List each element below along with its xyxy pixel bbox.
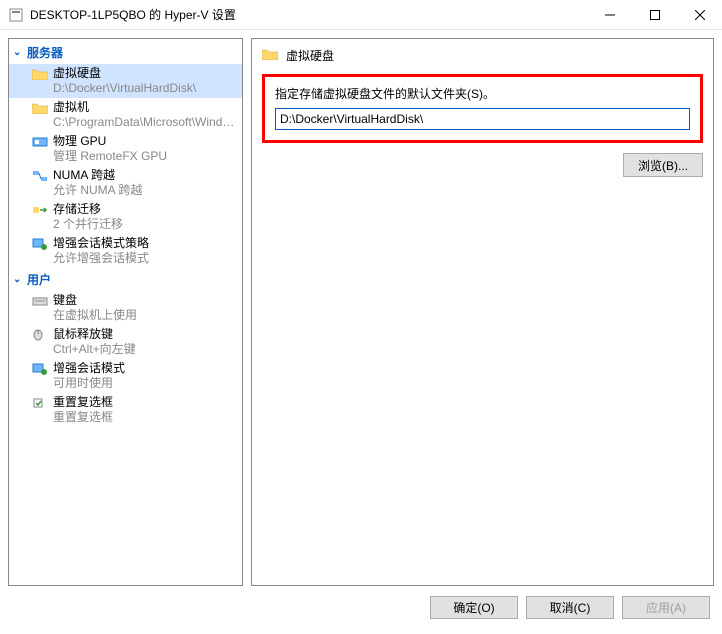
tree-item-sub: D:\Docker\VirtualHardDisk\: [53, 81, 196, 96]
tree-item-physical-gpu[interactable]: 物理 GPU 管理 RemoteFX GPU: [9, 132, 242, 166]
cancel-button[interactable]: 取消(C): [526, 596, 614, 619]
tree-item-sub: 管理 RemoteFX GPU: [53, 149, 167, 164]
session-policy-icon: [31, 236, 49, 252]
tree-item-sub: 允许增强会话模式: [53, 251, 149, 266]
tree-item-label: 键盘: [53, 293, 137, 308]
chevron-down-icon: ⌄: [13, 47, 25, 58]
reset-icon: [31, 395, 49, 411]
settings-tree-panel: ⌄ 服务器 虚拟硬盘 D:\Docker\VirtualHardDisk\ 虚拟…: [8, 38, 243, 586]
tree-header-server[interactable]: ⌄ 服务器: [9, 41, 242, 64]
session-mode-icon: [31, 361, 49, 377]
detail-body: 指定存储虚拟硬盘文件的默认文件夹(S)。 浏览(B)...: [252, 70, 713, 181]
tree-item-enhanced-session-mode[interactable]: 增强会话模式 可用时使用: [9, 359, 242, 393]
tree-item-virtual-machines[interactable]: 虚拟机 C:\ProgramData\Microsoft\Windo...: [9, 98, 242, 132]
tree-item-enhanced-session-policy[interactable]: 增强会话模式策略 允许增强会话模式: [9, 234, 242, 268]
detail-title: 虚拟硬盘: [286, 47, 334, 64]
keyboard-icon: [31, 293, 49, 309]
app-icon: [8, 7, 24, 23]
folder-icon: [31, 66, 49, 82]
tree-item-label: 鼠标释放键: [53, 327, 136, 342]
numa-icon: [31, 168, 49, 184]
tree-header-label: 服务器: [27, 44, 63, 61]
migration-icon: [31, 202, 49, 218]
tree-item-label: 虚拟机: [53, 100, 238, 115]
gpu-icon: [31, 134, 49, 150]
tree-item-numa-spanning[interactable]: NUMA 跨越 允许 NUMA 跨越: [9, 166, 242, 200]
close-button[interactable]: [677, 0, 722, 29]
tree-item-label: 增强会话模式: [53, 361, 125, 376]
maximize-button[interactable]: [632, 0, 677, 29]
tree-item-sub: 在虚拟机上使用: [53, 308, 137, 323]
browse-button[interactable]: 浏览(B)...: [623, 153, 703, 177]
tree-item-label: 物理 GPU: [53, 134, 167, 149]
folder-icon: [262, 48, 280, 64]
tree-item-reset-checkboxes[interactable]: 重置复选框 重置复选框: [9, 393, 242, 427]
tree-item-label: NUMA 跨越: [53, 168, 142, 183]
folder-icon: [31, 100, 49, 116]
tree-item-sub: Ctrl+Alt+向左键: [53, 342, 136, 357]
dialog-button-bar: 确定(O) 取消(C) 应用(A): [0, 594, 722, 626]
highlight-box: 指定存储虚拟硬盘文件的默认文件夹(S)。: [262, 74, 703, 143]
tree-item-label: 虚拟硬盘: [53, 66, 196, 81]
window-title: DESKTOP-1LP5QBO 的 Hyper-V 设置: [30, 6, 587, 23]
folder-field-label: 指定存储虚拟硬盘文件的默认文件夹(S)。: [275, 85, 690, 102]
tree-item-sub: 2 个并行迁移: [53, 217, 123, 232]
tree-item-label: 重置复选框: [53, 395, 113, 410]
tree-item-label: 增强会话模式策略: [53, 236, 149, 251]
settings-tree: ⌄ 服务器 虚拟硬盘 D:\Docker\VirtualHardDisk\ 虚拟…: [9, 39, 242, 429]
tree-item-sub: C:\ProgramData\Microsoft\Windo...: [53, 115, 238, 130]
detail-header: 虚拟硬盘: [252, 39, 713, 70]
window-controls: [587, 0, 722, 29]
mouse-icon: [31, 327, 49, 343]
chevron-down-icon: ⌄: [13, 274, 25, 285]
tree-header-user[interactable]: ⌄ 用户: [9, 268, 242, 291]
tree-item-storage-migrations[interactable]: 存储迁移 2 个并行迁移: [9, 200, 242, 234]
detail-panel: 虚拟硬盘 指定存储虚拟硬盘文件的默认文件夹(S)。 浏览(B)...: [251, 38, 714, 586]
tree-item-virtual-hard-disks[interactable]: 虚拟硬盘 D:\Docker\VirtualHardDisk\: [9, 64, 242, 98]
ok-button[interactable]: 确定(O): [430, 596, 518, 619]
tree-item-keyboard[interactable]: 键盘 在虚拟机上使用: [9, 291, 242, 325]
apply-button[interactable]: 应用(A): [622, 596, 710, 619]
titlebar: DESKTOP-1LP5QBO 的 Hyper-V 设置: [0, 0, 722, 30]
content-area: ⌄ 服务器 虚拟硬盘 D:\Docker\VirtualHardDisk\ 虚拟…: [0, 30, 722, 594]
tree-item-sub: 允许 NUMA 跨越: [53, 183, 142, 198]
folder-path-input[interactable]: [275, 108, 690, 130]
tree-item-label: 存储迁移: [53, 202, 123, 217]
minimize-button[interactable]: [587, 0, 632, 29]
tree-item-sub: 重置复选框: [53, 410, 113, 425]
tree-item-sub: 可用时使用: [53, 376, 125, 391]
tree-header-label: 用户: [27, 271, 51, 288]
tree-item-mouse-release[interactable]: 鼠标释放键 Ctrl+Alt+向左键: [9, 325, 242, 359]
